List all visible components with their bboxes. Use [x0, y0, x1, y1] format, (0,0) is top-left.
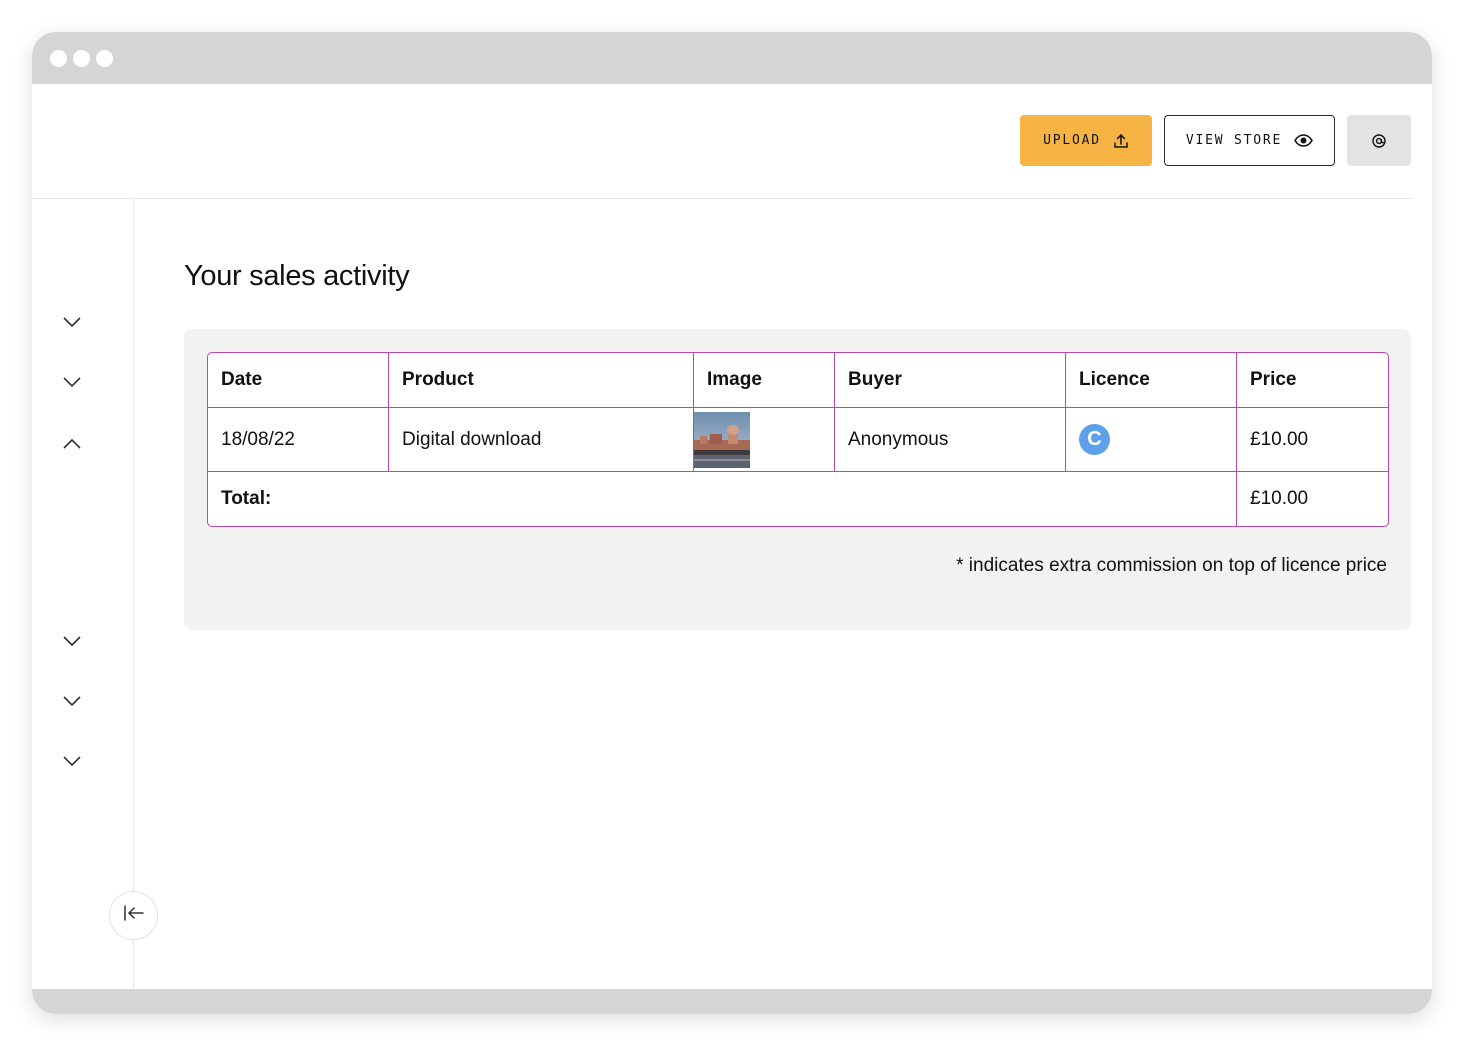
chevron-down-icon[interactable]	[62, 695, 82, 707]
view-store-button-label: VIEW STORE	[1185, 133, 1283, 148]
window-dot	[96, 50, 113, 67]
table-row: 18/08/22 Digital download Anonymous C £1…	[208, 408, 1388, 472]
chevron-down-icon[interactable]	[62, 755, 82, 767]
column-header-price: Price	[1237, 353, 1388, 408]
upload-button-label: UPLOAD	[1043, 133, 1101, 148]
chevron-down-icon[interactable]	[62, 635, 82, 647]
sale-buyer: Anonymous	[835, 408, 1066, 472]
window-dot	[50, 50, 67, 67]
browser-window: UPLOAD VIEW STORE Your sales activity Da…	[32, 32, 1432, 1014]
upload-icon	[1113, 133, 1129, 149]
sidebar-divider	[133, 199, 134, 989]
eye-icon	[1294, 134, 1314, 147]
column-header-licence: Licence	[1066, 353, 1237, 408]
window-titlebar	[32, 32, 1432, 84]
licence-badge[interactable]: C	[1079, 424, 1110, 455]
page-title: Your sales activity	[184, 260, 410, 292]
header-divider	[32, 198, 1412, 199]
commission-footnote: * indicates extra commission on top of l…	[956, 555, 1387, 576]
sale-image-cell	[694, 408, 835, 472]
app-content: UPLOAD VIEW STORE Your sales activity Da…	[32, 84, 1432, 989]
chevron-down-icon[interactable]	[62, 316, 82, 328]
view-store-button[interactable]: VIEW STORE	[1164, 115, 1335, 166]
table-total-row: Total: £10.00	[208, 472, 1388, 526]
total-value: £10.00	[1250, 488, 1309, 509]
column-header-buyer: Buyer	[835, 353, 1066, 408]
window-bottom-bar	[32, 989, 1432, 1014]
column-header-image: Image	[694, 353, 835, 408]
chevron-up-icon[interactable]	[62, 438, 82, 450]
account-button[interactable]	[1347, 115, 1411, 166]
collapse-left-icon	[123, 904, 145, 927]
sales-table: Date Product Image Buyer Licence Price 1…	[207, 352, 1389, 527]
product-thumbnail[interactable]	[694, 411, 750, 468]
sale-licence: C	[1066, 408, 1237, 472]
sales-panel: Date Product Image Buyer Licence Price 1…	[184, 329, 1411, 630]
upload-button[interactable]: UPLOAD	[1020, 115, 1152, 166]
window-dot	[73, 50, 90, 67]
at-sign-icon	[1372, 133, 1386, 148]
sale-product: Digital download	[389, 408, 694, 472]
collapse-sidebar-button[interactable]	[109, 891, 158, 940]
sale-date: 18/08/22	[208, 408, 389, 472]
column-header-product: Product	[389, 353, 694, 408]
chevron-down-icon[interactable]	[62, 376, 82, 388]
column-header-date: Date	[208, 353, 389, 408]
table-header-row: Date Product Image Buyer Licence Price	[208, 353, 1388, 408]
sale-price: £10.00	[1237, 408, 1388, 472]
total-label: Total:	[208, 472, 1237, 526]
